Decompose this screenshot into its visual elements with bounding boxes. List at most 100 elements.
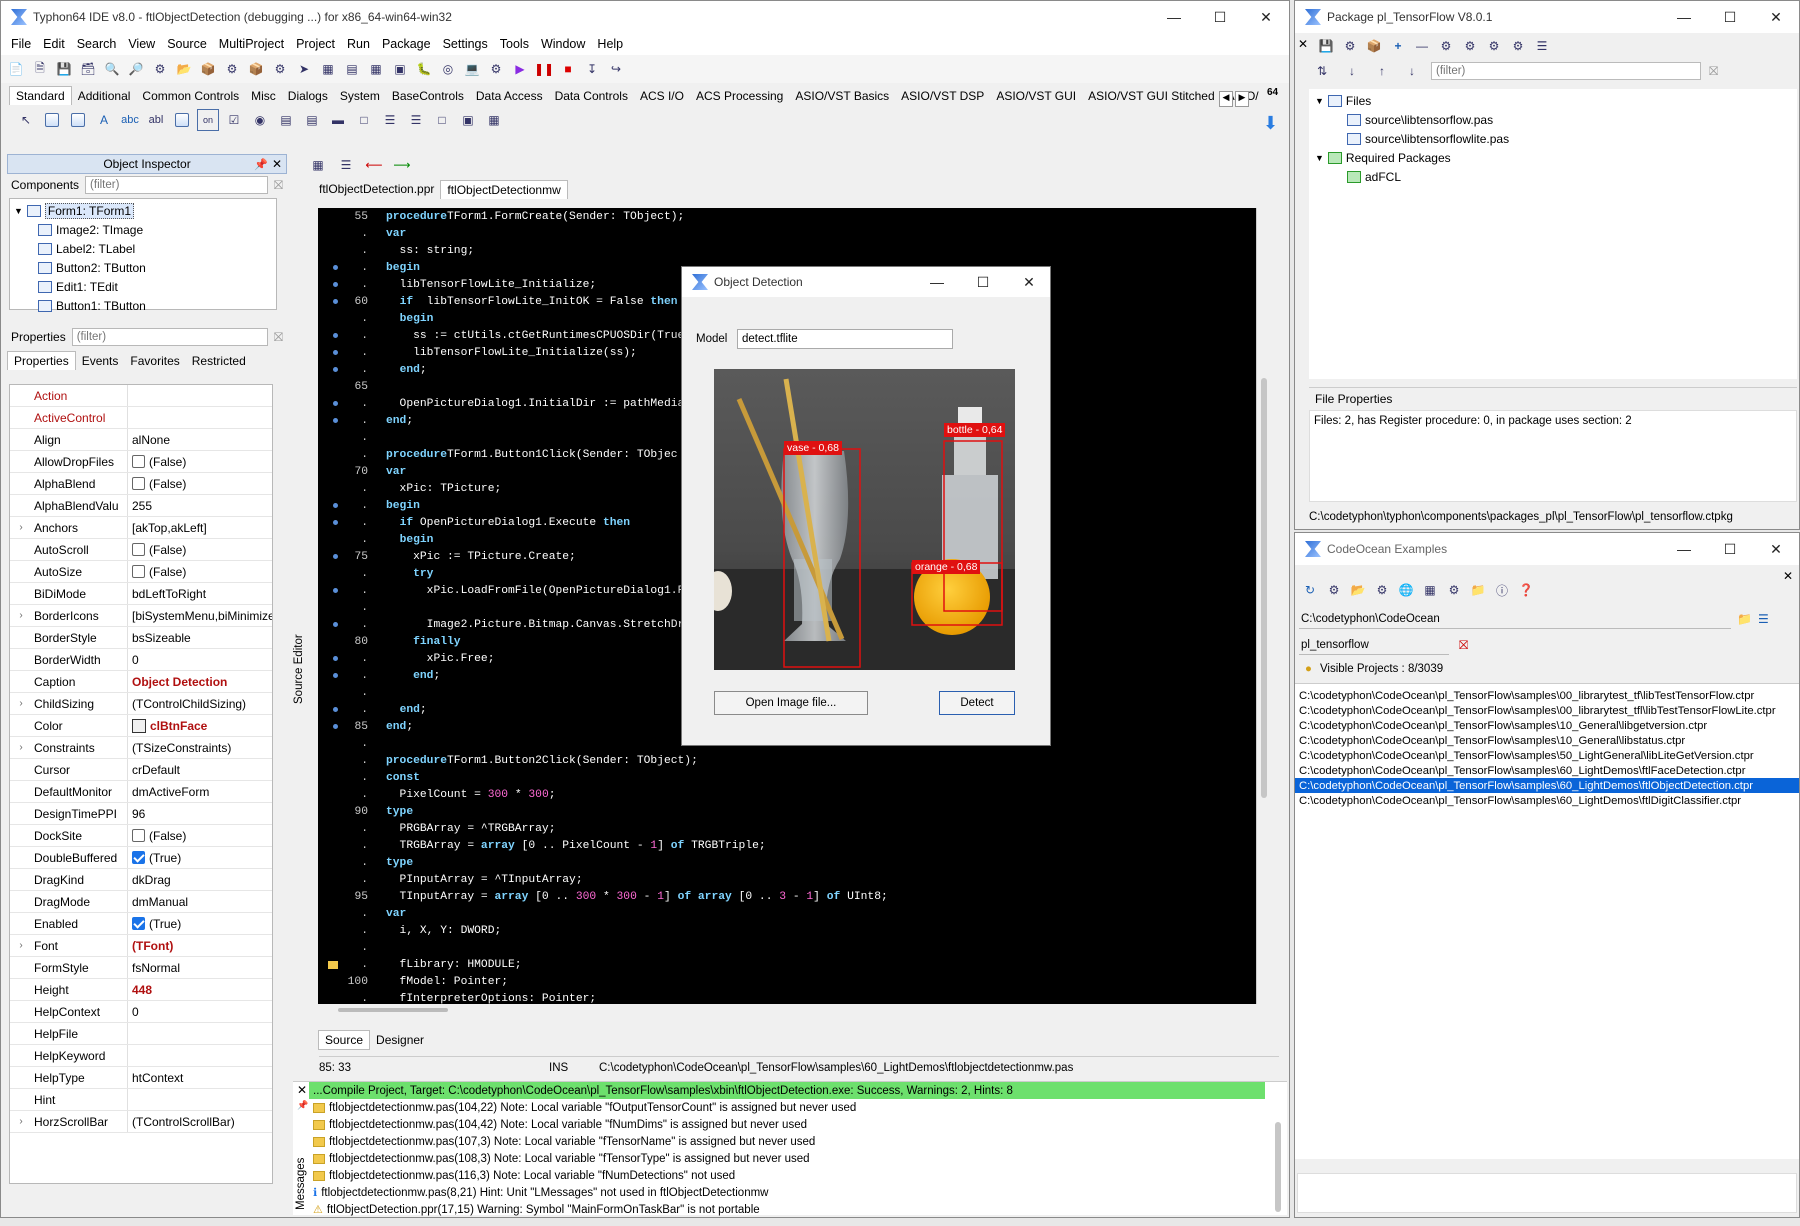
package-titlebar[interactable]: Package pl_TensorFlow V8.0.1 — ☐ ✕ <box>1295 1 1799 33</box>
line-gutter[interactable]: 95 <box>318 888 372 905</box>
sort-icon[interactable]: ⇅ <box>1311 60 1333 82</box>
package-close-icon[interactable]: ✕ <box>1753 1 1799 33</box>
property-checkbox[interactable] <box>132 917 145 930</box>
tab-designer[interactable]: Designer <box>370 1031 430 1049</box>
property-value[interactable]: clBtnFace <box>128 718 272 733</box>
line-gutter[interactable]: . <box>318 276 372 293</box>
menu-source[interactable]: Source <box>161 37 213 51</box>
code-line[interactable]: . var <box>318 225 1256 242</box>
palette-scroll-left-icon[interactable]: ◀ <box>1219 91 1233 107</box>
pkg-options-icon[interactable]: ⚙ <box>1435 35 1457 57</box>
property-row[interactable]: DoubleBuffered (True) <box>10 847 272 869</box>
palette-tab[interactable]: ACS I/O <box>634 87 690 105</box>
line-gutter[interactable]: 70 <box>318 463 372 480</box>
open-icon[interactable]: 📂 <box>1347 579 1369 601</box>
property-row[interactable]: › ChildSizing (TControlChildSizing) <box>10 693 272 715</box>
tab-project-file[interactable]: ftlObjectDetection.ppr <box>313 180 440 198</box>
property-row[interactable]: BorderStyle bsSizeable <box>10 627 272 649</box>
menu-edit[interactable]: Edit <box>37 37 71 51</box>
property-value[interactable]: (False) <box>128 829 272 843</box>
property-row[interactable]: BiDiMode bdLeftToRight <box>10 583 272 605</box>
expand-icon[interactable]: › <box>10 522 32 533</box>
line-gutter[interactable]: . <box>318 480 372 497</box>
scrollbar-comp-icon[interactable]: ▬ <box>327 109 349 131</box>
property-checkbox[interactable] <box>132 543 145 556</box>
property-value[interactable]: (False) <box>128 565 272 579</box>
model-input[interactable] <box>737 329 953 349</box>
property-row[interactable]: AlphaBlend (False) <box>10 473 272 495</box>
save-all-icon[interactable]: 🗃 <box>77 58 99 80</box>
view-units-icon[interactable]: ▤ <box>341 58 363 80</box>
code-line[interactable]: . fLibrary: HMODULE; <box>318 956 1256 973</box>
property-value[interactable]: (True) <box>128 851 272 865</box>
codeocean-titlebar[interactable]: CodeOcean Examples — ☐ ✕ <box>1295 533 1799 565</box>
property-value[interactable]: alNone <box>128 433 272 447</box>
property-value[interactable]: (False) <box>128 543 272 557</box>
property-checkbox[interactable] <box>132 829 145 842</box>
search-icon[interactable]: 🔍 <box>101 58 123 80</box>
palette-tab[interactable]: System <box>334 87 386 105</box>
pkg-menu-icon[interactable]: ☰ <box>1531 35 1553 57</box>
property-value[interactable]: [akTop,akLeft] <box>128 521 272 535</box>
code-line[interactable]: 100 fModel: Pointer; <box>318 973 1256 990</box>
breakpoint-dot-icon[interactable] <box>333 350 338 355</box>
code-line[interactable]: . fInterpreterOptions: Pointer; <box>318 990 1256 1005</box>
world-icon[interactable]: 🌐 <box>1395 579 1417 601</box>
property-row[interactable]: Action <box>10 385 272 407</box>
checkbox-comp-icon[interactable]: ☑ <box>223 109 245 131</box>
line-gutter[interactable]: 85 <box>318 718 372 735</box>
button-comp-icon[interactable] <box>171 109 193 131</box>
dialog-close-icon[interactable]: ✕ <box>1006 267 1050 297</box>
menu-window[interactable]: Window <box>535 37 591 51</box>
property-row[interactable]: ActiveControl <box>10 407 272 429</box>
minimize-icon[interactable]: — <box>1151 1 1197 33</box>
line-gutter[interactable]: . <box>318 650 372 667</box>
palette-tab[interactable]: ASIO/VST DSP <box>895 87 990 105</box>
property-row[interactable]: HelpFile <box>10 1023 272 1045</box>
property-row[interactable]: AllowDropFiles (False) <box>10 451 272 473</box>
line-gutter[interactable]: . <box>318 395 372 412</box>
step-over-icon[interactable]: ↪ <box>605 58 627 80</box>
code-line[interactable]: . PInputArray = ^TInputArray; <box>318 871 1256 888</box>
bookmark-icon[interactable] <box>328 960 338 969</box>
listbox-comp-icon[interactable]: ▤ <box>275 109 297 131</box>
property-row[interactable]: › Anchors [akTop,akLeft] <box>10 517 272 539</box>
line-gutter[interactable]: . <box>318 531 372 548</box>
property-row[interactable]: › Font (TFont) <box>10 935 272 957</box>
code-line[interactable]: . TRGBArray = array [0 .. PixelCount - 1… <box>318 837 1256 854</box>
message-item[interactable]: ftlobjectdetectionmw.pas(104,22) Note: L… <box>309 1099 1265 1116</box>
message-item[interactable]: ftlobjectdetectionmw.pas(104,42) Note: L… <box>309 1116 1265 1133</box>
menu-project[interactable]: Project <box>290 37 341 51</box>
code-line[interactable]: . PixelCount = 300 * 300; <box>318 786 1256 803</box>
palette-tab[interactable]: ASIO/VST GUI Stitched <box>1082 87 1221 105</box>
messages-pin-icon[interactable]: 📌 <box>297 1100 308 1111</box>
inspector-tab-favorites[interactable]: Favorites <box>124 352 185 370</box>
property-value[interactable]: 448 <box>128 983 272 997</box>
breakpoint-dot-icon[interactable] <box>333 673 338 678</box>
line-gutter[interactable]: . <box>318 769 372 786</box>
palette-tab[interactable]: ASIO/VST GUI <box>990 87 1082 105</box>
pkg-info-icon[interactable]: ⚙ <box>1507 35 1529 57</box>
property-row[interactable]: HelpType htContext <box>10 1067 272 1089</box>
maximize-icon[interactable]: ☐ <box>1197 1 1243 33</box>
radiogroup-comp-icon[interactable]: ☰ <box>379 109 401 131</box>
properties-filter-input[interactable] <box>71 328 268 346</box>
menu-package[interactable]: Package <box>376 37 437 51</box>
line-gutter[interactable]: . <box>318 854 372 871</box>
line-gutter[interactable]: . <box>318 429 372 446</box>
breakpoint-dot-icon[interactable] <box>333 588 338 593</box>
tree-node-component[interactable]: Label2: TLabel <box>14 239 272 258</box>
menu-run[interactable]: Run <box>341 37 376 51</box>
popup-menu-comp-icon[interactable] <box>67 109 89 131</box>
line-gutter[interactable]: . <box>318 990 372 1005</box>
source-editor-side-tab[interactable]: Source Editor <box>293 584 305 704</box>
package-filter-input[interactable] <box>1431 62 1701 80</box>
codeocean-search-input[interactable] <box>1299 635 1449 655</box>
property-value[interactable]: bsSizeable <box>128 631 272 645</box>
menu-search[interactable]: Search <box>71 37 123 51</box>
move-up-icon[interactable]: ↑ <box>1371 60 1393 82</box>
project-item[interactable]: C:\codetyphon\CodeOcean\pl_TensorFlow\sa… <box>1295 688 1799 703</box>
step-into-icon[interactable]: ↧ <box>581 58 603 80</box>
expand-icon[interactable]: › <box>10 610 32 621</box>
groupbox-comp-icon[interactable]: □ <box>353 109 375 131</box>
